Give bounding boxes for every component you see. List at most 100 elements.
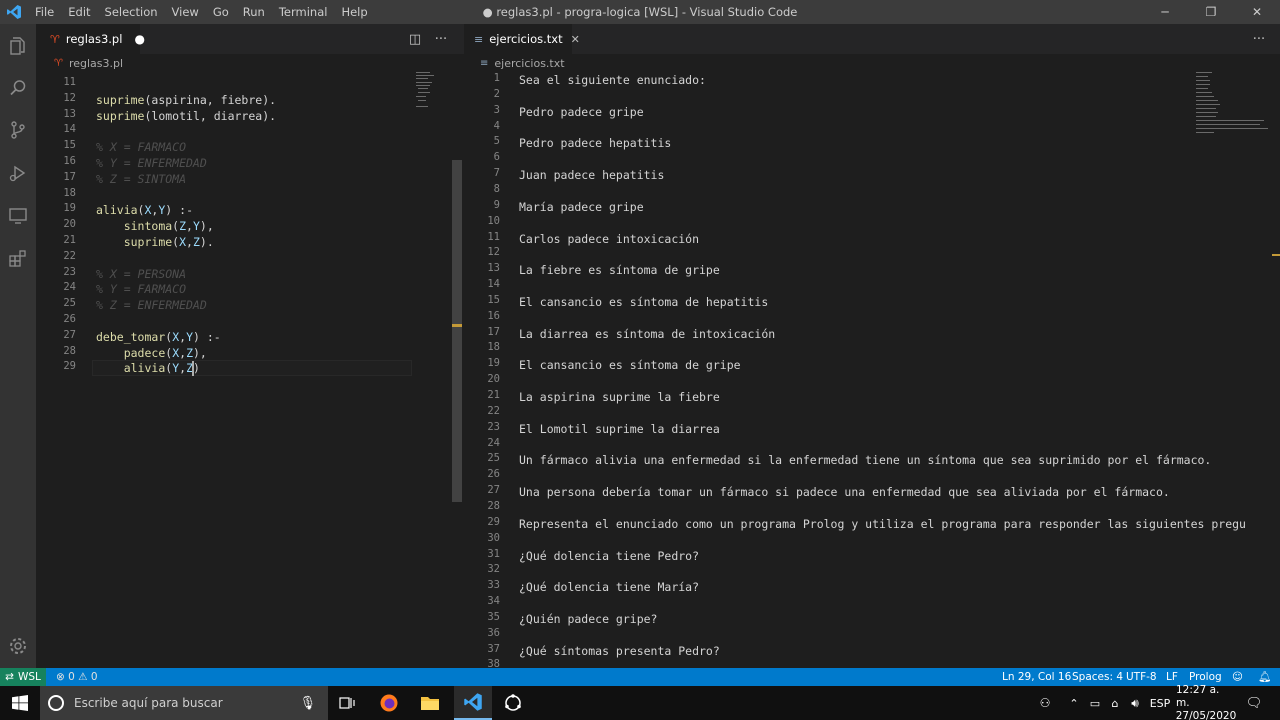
left-editor-actions: ◫ ···	[402, 24, 454, 54]
code-line[interactable]: alivia(X,Y) :-	[96, 202, 193, 218]
text-line[interactable]: ¿Quién padece gripe?	[519, 611, 657, 627]
close-tab-icon[interactable]: ✕	[571, 33, 580, 46]
explorer-icon[interactable]	[6, 34, 30, 58]
system-clock[interactable]: 12:27 a. m. 27/05/2020	[1176, 684, 1237, 720]
notifications-icon[interactable]: 🔔︎	[1258, 668, 1271, 686]
line-number: 9	[493, 198, 500, 211]
left-code-area[interactable]: 11 12 suprime(aspirina, fiebre). 13 suprime(…	[36, 72, 452, 668]
source-control-icon[interactable]	[6, 118, 30, 142]
code-line[interactable]: % X = FARMACO	[96, 139, 186, 155]
split-editor-icon[interactable]: ◫	[402, 32, 428, 47]
action-center-icon[interactable]: 🗨︎	[1242, 686, 1266, 720]
menu-selection[interactable]: Selection	[98, 0, 165, 24]
right-minimap[interactable]	[1196, 70, 1276, 140]
input-language[interactable]: ESP	[1148, 686, 1172, 720]
text-line[interactable]: ¿Qué síntomas presenta Pedro?	[519, 643, 720, 659]
indentation[interactable]: Spaces: 4	[1072, 668, 1123, 686]
text-line[interactable]: El Lomotil suprime la diarrea	[519, 421, 720, 437]
menu-help[interactable]: Help	[334, 0, 374, 24]
text-line[interactable]: La aspirina suprime la fiebre	[519, 389, 720, 405]
remote-indicator[interactable]: ⇄ WSL	[0, 668, 46, 686]
windows-start-icon[interactable]	[0, 686, 40, 720]
breadcrumb-file[interactable]: reglas3.pl	[69, 57, 123, 70]
left-scrollbar[interactable]	[452, 160, 462, 502]
network-icon[interactable]: ⌂	[1106, 686, 1124, 720]
extensions-icon[interactable]	[6, 247, 30, 271]
right-code-area[interactable]: 1 Sea el siguiente enunciado: 2 3 Pedro pade…	[464, 72, 1280, 668]
code-line[interactable]: suprime(aspirina, fiebre).	[96, 92, 276, 108]
code-line[interactable]: % Z = SINTOMA	[96, 171, 186, 187]
line-number: 21	[63, 234, 76, 246]
text-line[interactable]: El cansancio es síntoma de hepatitis	[519, 294, 768, 310]
more-actions-icon[interactable]: ···	[428, 32, 454, 47]
run-debug-icon[interactable]	[6, 161, 30, 185]
code-line[interactable]: % X = PERSONA	[96, 266, 186, 282]
code-line[interactable]: sintoma(Z,Y),	[96, 218, 214, 234]
microphone-icon[interactable]: 🎙︎	[299, 696, 316, 711]
text-line[interactable]: La fiebre es síntoma de gripe	[519, 262, 720, 278]
show-hidden-icons[interactable]: ⌃	[1064, 686, 1084, 720]
text-line[interactable]: Sea el siguiente enunciado:	[519, 72, 706, 88]
prolog-file-icon: ♈	[50, 32, 60, 46]
text-file-icon: ≡	[474, 32, 484, 46]
settings-gear-icon[interactable]	[6, 634, 30, 658]
menu-edit[interactable]: Edit	[61, 0, 97, 24]
tab-reglas3[interactable]: ♈ reglas3.pl ●	[36, 24, 145, 54]
title-bar: File Edit Selection View Go Run Terminal…	[0, 0, 1280, 24]
minimize-button[interactable]: ─	[1142, 0, 1188, 24]
code-line[interactable]: alivia(Y,Z)	[96, 360, 200, 376]
maximize-button[interactable]: ❐	[1188, 0, 1234, 24]
line-number: 11	[487, 230, 500, 243]
text-line[interactable]: Representa el enunciado como un programa…	[519, 516, 1246, 532]
more-actions-icon[interactable]: ···	[1246, 32, 1272, 47]
text-line[interactable]: Carlos padece intoxicación	[519, 231, 699, 247]
cursor-position[interactable]: Ln 29, Col 16	[1002, 668, 1071, 686]
menu-go[interactable]: Go	[206, 0, 236, 24]
code-line[interactable]: debe_tomar(X,Y) :-	[96, 329, 221, 345]
volume-icon[interactable]: 🔊︎	[1126, 686, 1144, 720]
text-line[interactable]: ¿Qué dolencia tiene María?	[519, 579, 699, 595]
text-line[interactable]: Una persona debería tomar un fármaco si …	[519, 484, 1170, 500]
battery-icon[interactable]: ▭	[1086, 686, 1104, 720]
remote-explorer-icon[interactable]	[6, 204, 30, 228]
problems-indicator[interactable]: ⊗ 0 ⚠ 0	[56, 668, 98, 686]
code-line[interactable]: % Y = ENFERMEDAD	[96, 155, 207, 171]
text-line[interactable]: Juan padece hepatitis	[519, 167, 664, 183]
ubuntu-terminal-icon[interactable]	[496, 686, 530, 720]
task-view-icon[interactable]	[330, 686, 364, 720]
text-line[interactable]: Pedro padece gripe	[519, 104, 644, 120]
text-line[interactable]: ¿Qué dolencia tiene Pedro?	[519, 548, 699, 564]
taskbar-search-box[interactable]: Escribe aquí para buscar 🎙︎	[40, 686, 328, 720]
search-icon[interactable]	[6, 76, 30, 100]
unsaved-dot-icon[interactable]: ●	[134, 32, 144, 46]
menu-file[interactable]: File	[28, 0, 61, 24]
code-line[interactable]: % Y = FARMACO	[96, 281, 186, 297]
menu-run[interactable]: Run	[236, 0, 272, 24]
line-number: 25	[487, 452, 500, 465]
text-line[interactable]: Un fármaco alivia una enfermedad si la e…	[519, 452, 1211, 468]
left-editor-tabs: ♈ reglas3.pl ●	[36, 24, 464, 54]
people-icon[interactable]: ⚇	[1034, 686, 1056, 720]
text-line[interactable]: María padece gripe	[519, 199, 644, 215]
breadcrumb-file[interactable]: ejercicios.txt	[494, 57, 564, 70]
menu-view[interactable]: View	[165, 0, 206, 24]
text-line[interactable]: Pedro padece hepatitis	[519, 135, 671, 151]
code-line[interactable]: suprime(lomotil, diarrea).	[96, 108, 276, 124]
text-line[interactable]: El cansancio es síntoma de gripe	[519, 357, 741, 373]
firefox-icon[interactable]	[372, 686, 406, 720]
code-line[interactable]: padece(X,Z),	[96, 345, 207, 361]
line-number: 27	[63, 328, 76, 341]
code-line[interactable]: % Z = ENFERMEDAD	[96, 297, 207, 313]
line-number: 5	[493, 135, 500, 148]
encoding[interactable]: UTF-8	[1126, 668, 1157, 686]
text-line[interactable]: La diarrea es síntoma de intoxicación	[519, 326, 775, 342]
vscode-taskbar-icon[interactable]	[454, 686, 492, 720]
left-minimap[interactable]	[416, 70, 446, 120]
code-line[interactable]: suprime(X,Z).	[96, 234, 214, 250]
close-window-button[interactable]: ✕	[1234, 0, 1280, 24]
menu-terminal[interactable]: Terminal	[272, 0, 335, 24]
text-cursor	[192, 361, 194, 377]
file-explorer-icon[interactable]	[413, 686, 447, 720]
tab-ejercicios[interactable]: ≡ ejercicios.txt ✕	[464, 24, 580, 54]
line-number: 18	[63, 186, 76, 199]
